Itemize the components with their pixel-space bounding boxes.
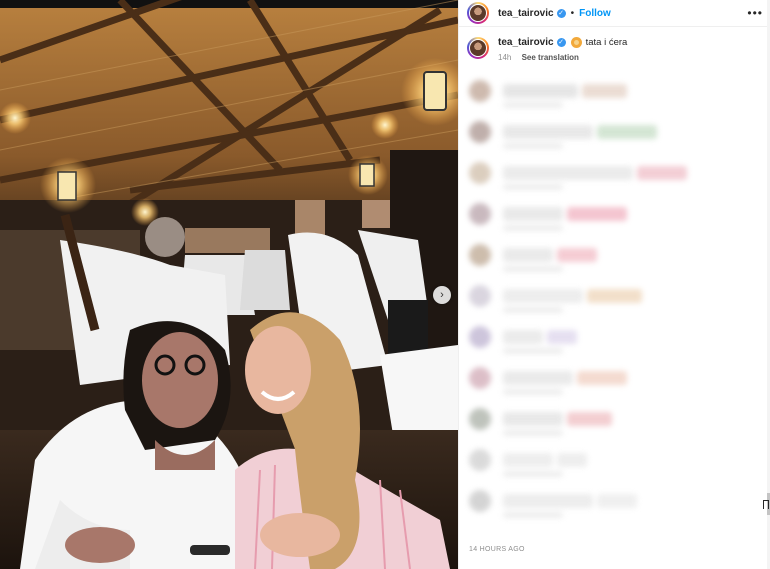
- comment-avatar[interactable]: [469, 162, 491, 184]
- comment-row[interactable]: [467, 445, 763, 479]
- comment-meta: [503, 430, 563, 436]
- comment-avatar[interactable]: [469, 490, 491, 512]
- comment-avatar[interactable]: [469, 121, 491, 143]
- comment-row[interactable]: [467, 322, 763, 356]
- comment-text: [567, 207, 627, 221]
- comment-text: [503, 330, 543, 344]
- comment-avatar[interactable]: [469, 367, 491, 389]
- comment-meta: [503, 307, 563, 313]
- comment-text: [503, 248, 553, 262]
- caption-age: 14h: [498, 53, 512, 62]
- caption-username[interactable]: tea_tairovic: [498, 37, 554, 48]
- comment-meta: [503, 102, 563, 108]
- comment-row[interactable]: [467, 76, 763, 110]
- comment-text: [597, 125, 657, 139]
- comment-meta: [503, 512, 563, 518]
- see-translation-link[interactable]: See translation: [522, 53, 579, 62]
- comment-text: [547, 330, 577, 344]
- comment-avatar[interactable]: [469, 408, 491, 430]
- verified-badge-icon: ✓: [556, 38, 566, 47]
- comment-text: [597, 494, 637, 508]
- chevron-right-icon: ›: [440, 289, 444, 301]
- comment-row[interactable]: [467, 199, 763, 233]
- comment-text: [503, 166, 633, 180]
- comment-text: [582, 84, 627, 98]
- comment-text: [503, 125, 593, 139]
- separator-dot: •: [570, 7, 575, 19]
- post-photo[interactable]: ›: [0, 0, 458, 569]
- comment-row[interactable]: [467, 117, 763, 151]
- comment-row[interactable]: [467, 486, 763, 520]
- caption-meta: 14h See translation: [498, 53, 627, 62]
- comment-avatar[interactable]: [469, 326, 491, 348]
- comment-row[interactable]: [467, 158, 763, 192]
- bookmark-icon[interactable]: [763, 500, 769, 509]
- avatar-image: [469, 4, 487, 22]
- lion-emoji-icon: [570, 37, 582, 48]
- comment-text: [503, 207, 563, 221]
- comment-avatar[interactable]: [469, 449, 491, 471]
- comment-meta: [503, 471, 563, 477]
- caption-text: tata i ćera: [585, 37, 628, 48]
- header-username[interactable]: tea_tairovic: [498, 8, 554, 19]
- comment-text: [503, 494, 593, 508]
- comment-text: [567, 412, 612, 426]
- comment-row[interactable]: [467, 281, 763, 315]
- follow-button[interactable]: Follow: [579, 8, 611, 19]
- comment-meta: [503, 184, 563, 190]
- comment-text: [557, 453, 587, 467]
- comment-row[interactable]: [467, 240, 763, 274]
- comment-text: [587, 289, 642, 303]
- comment-text: [637, 166, 687, 180]
- photo-illustration: [0, 0, 458, 569]
- caption-line: tea_tairovic ✓ tata i ćera: [498, 37, 627, 48]
- profile-avatar[interactable]: [467, 2, 489, 24]
- comment-avatar[interactable]: [469, 244, 491, 266]
- comment-text: [503, 371, 573, 385]
- post-timestamp: 14 HOURS AGO: [469, 546, 525, 553]
- comment-text: [557, 248, 597, 262]
- comment-meta: [503, 225, 563, 231]
- comment-meta: [503, 348, 563, 354]
- caption-avatar[interactable]: [467, 37, 489, 59]
- comment-meta: [503, 389, 563, 395]
- comment-meta: [503, 266, 563, 272]
- post-caption: tea_tairovic ✓ tata i ćera 14h See trans…: [459, 27, 770, 62]
- verified-badge-icon: ✓: [556, 8, 566, 18]
- comment-avatar[interactable]: [469, 285, 491, 307]
- caption-body: tea_tairovic ✓ tata i ćera 14h See trans…: [498, 37, 627, 62]
- comment-row[interactable]: [467, 363, 763, 397]
- post-side-panel: tea_tairovic ✓ • Follow ••• tea_tairovic…: [458, 0, 770, 569]
- more-options-icon[interactable]: •••: [747, 6, 763, 20]
- comment-text: [503, 453, 553, 467]
- comment-avatar[interactable]: [469, 203, 491, 225]
- comment-text: [503, 289, 583, 303]
- comment-row[interactable]: [467, 404, 763, 438]
- avatar-image: [469, 39, 487, 57]
- comment-meta: [503, 143, 563, 149]
- comment-text: [503, 84, 578, 98]
- next-photo-button[interactable]: ›: [433, 286, 451, 304]
- comment-text: [577, 371, 627, 385]
- comment-text: [503, 412, 563, 426]
- post-header: tea_tairovic ✓ • Follow •••: [459, 0, 770, 27]
- comment-avatar[interactable]: [469, 80, 491, 102]
